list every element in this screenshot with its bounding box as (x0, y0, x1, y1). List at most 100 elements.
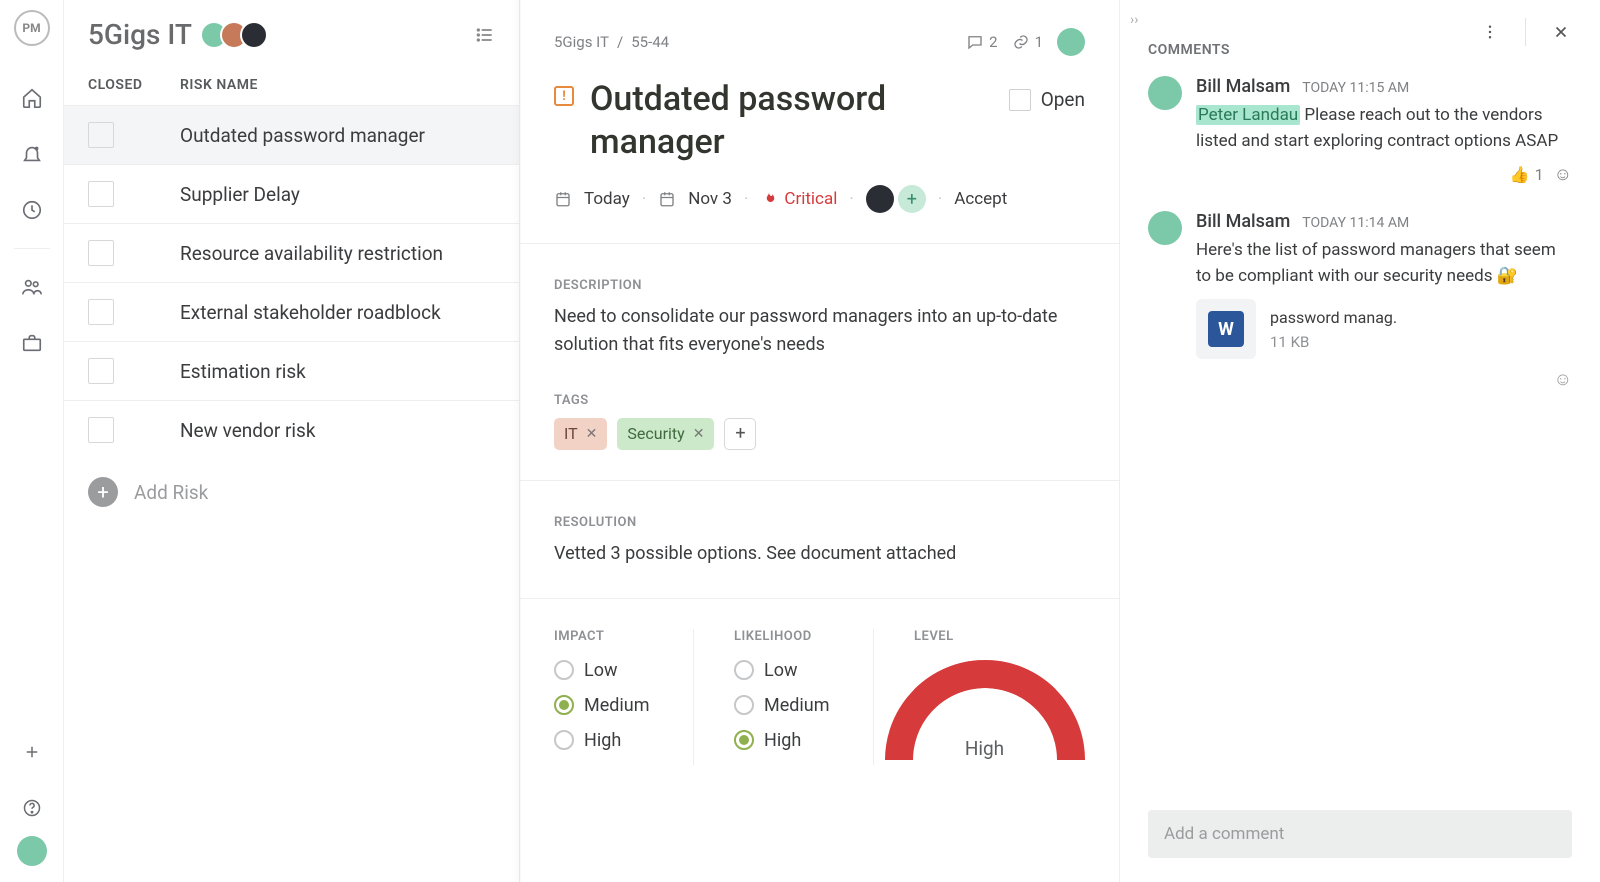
attachment[interactable]: W password manag. 11 KB (1196, 299, 1572, 359)
add-risk-button[interactable]: + Add Risk (64, 459, 519, 525)
add-reaction-icon[interactable]: ☺ (1554, 164, 1572, 185)
comment-timestamp: TODAY 11:15 AM (1302, 80, 1409, 96)
member-avatars[interactable] (208, 21, 268, 49)
closed-checkbox[interactable] (88, 299, 114, 325)
nav-rail: PM (0, 0, 64, 882)
add-risk-label: Add Risk (134, 481, 208, 504)
reaction[interactable]: 👍1 (1510, 165, 1544, 184)
risk-name: Outdated password manager (180, 124, 425, 147)
comment-input[interactable]: Add a comment (1148, 810, 1572, 858)
impact-high[interactable]: High (554, 730, 663, 751)
response[interactable]: Accept (954, 189, 1007, 209)
closed-checkbox[interactable] (88, 417, 114, 443)
impact-medium[interactable]: Medium (554, 695, 663, 716)
plus-icon: + (88, 477, 118, 507)
comment-author[interactable]: Bill Malsam (1196, 211, 1290, 232)
risk-name: Supplier Delay (180, 183, 300, 206)
level-value: High (885, 737, 1085, 760)
due-date[interactable]: Nov 3 (688, 189, 732, 209)
risk-row[interactable]: Outdated password manager (64, 105, 519, 164)
comment-avatar[interactable] (1148, 76, 1182, 110)
attachment-size: 11 KB (1270, 333, 1397, 351)
comment-author[interactable]: Bill Malsam (1196, 76, 1290, 97)
likelihood-label: LIKELIHOOD (734, 629, 843, 644)
close-icon[interactable] (1546, 17, 1576, 47)
link-count[interactable]: 1 (1012, 33, 1043, 51)
app-logo[interactable]: PM (14, 10, 50, 46)
comment-item: Bill Malsam TODAY 11:14 AM Here's the li… (1148, 211, 1572, 390)
list-view-icon[interactable] (475, 25, 495, 45)
comment-item: Bill Malsam TODAY 11:15 AM Peter Landau … (1148, 76, 1572, 185)
people-icon[interactable] (18, 273, 46, 301)
col-name[interactable]: RISK NAME (180, 77, 495, 93)
impact-label: IMPACT (554, 629, 663, 644)
bell-icon[interactable] (18, 140, 46, 168)
tags-label: TAGS (554, 393, 1085, 408)
open-label: Open (1041, 88, 1085, 111)
closed-checkbox[interactable] (88, 122, 114, 148)
user-avatar[interactable] (17, 836, 47, 866)
breadcrumb-project[interactable]: 5Gigs IT (554, 33, 609, 51)
more-icon[interactable] (1475, 17, 1505, 47)
priority[interactable]: Critical (760, 189, 837, 209)
home-icon[interactable] (18, 84, 46, 112)
fire-icon (760, 190, 778, 208)
risk-name: Estimation risk (180, 360, 306, 383)
risk-row[interactable]: Supplier Delay (64, 164, 519, 223)
closed-checkbox[interactable] (88, 240, 114, 266)
tag-chip[interactable]: IT✕ (554, 418, 607, 450)
tag-chip[interactable]: Security✕ (617, 418, 714, 450)
comment-timestamp: TODAY 11:14 AM (1302, 215, 1409, 231)
risk-name: Resource availability restriction (180, 242, 443, 265)
assignee-avatar[interactable] (866, 185, 894, 213)
add-tag-button[interactable]: + (724, 418, 756, 450)
panel-actions (1460, 0, 1600, 64)
comment-avatar[interactable] (1148, 211, 1182, 245)
add-reaction-icon[interactable]: ☺ (1554, 369, 1572, 390)
calendar-icon (658, 190, 676, 208)
briefcase-icon[interactable] (18, 329, 46, 357)
start-date[interactable]: Today (584, 189, 630, 209)
resolution-label: RESOLUTION (554, 515, 1085, 530)
risk-row[interactable]: New vendor risk (64, 400, 519, 459)
likelihood-low[interactable]: Low (734, 660, 843, 681)
risk-list-panel: 5Gigs IT CLOSED RISK NAME Outdated passw… (64, 0, 520, 882)
level-label: LEVEL (914, 629, 1055, 644)
add-icon[interactable] (18, 738, 46, 766)
likelihood-medium[interactable]: Medium (734, 695, 843, 716)
assignee-avatar[interactable] (1057, 28, 1085, 56)
mention[interactable]: Peter Landau (1196, 105, 1300, 125)
warning-icon: ! (554, 86, 574, 106)
description-text[interactable]: Need to consolidate our password manager… (554, 303, 1085, 359)
collapse-icon[interactable]: ›› (1130, 12, 1138, 28)
comment-text: Here's the list of password managers tha… (1196, 238, 1572, 289)
calendar-icon (554, 190, 572, 208)
add-assignee-button[interactable]: + (898, 185, 926, 213)
comment-count[interactable]: 2 (966, 33, 997, 51)
risk-title[interactable]: Outdated password manager (590, 78, 993, 163)
risk-name: New vendor risk (180, 419, 315, 442)
clock-icon[interactable] (18, 196, 46, 224)
risk-row[interactable]: External stakeholder roadblock (64, 282, 519, 341)
risk-name: External stakeholder roadblock (180, 301, 441, 324)
impact-low[interactable]: Low (554, 660, 663, 681)
closed-checkbox[interactable] (88, 358, 114, 384)
risk-row[interactable]: Estimation risk (64, 341, 519, 400)
word-doc-icon: W (1196, 299, 1256, 359)
project-title: 5Gigs IT (88, 18, 192, 51)
breadcrumb-id[interactable]: 55-44 (631, 33, 669, 51)
col-closed[interactable]: CLOSED (88, 77, 180, 93)
attachment-name: password manag. (1270, 308, 1397, 327)
open-toggle[interactable]: Open (1009, 88, 1085, 111)
risk-row[interactable]: Resource availability restriction (64, 223, 519, 282)
comments-panel: ›› COMMENTS Bill Malsam TODAY 11:15 AM P… (1120, 0, 1600, 882)
closed-checkbox[interactable] (88, 181, 114, 207)
resolution-text[interactable]: Vetted 3 possible options. See document … (554, 540, 1085, 568)
description-label: DESCRIPTION (554, 278, 1085, 293)
remove-tag-icon[interactable]: ✕ (586, 426, 598, 442)
help-icon[interactable] (18, 794, 46, 822)
risk-detail-panel: 5Gigs IT / 55-44 2 1 ! Outdated password… (520, 0, 1120, 882)
remove-tag-icon[interactable]: ✕ (693, 426, 705, 442)
likelihood-high[interactable]: High (734, 730, 843, 751)
comment-text: Peter Landau Please reach out to the ven… (1196, 103, 1572, 154)
